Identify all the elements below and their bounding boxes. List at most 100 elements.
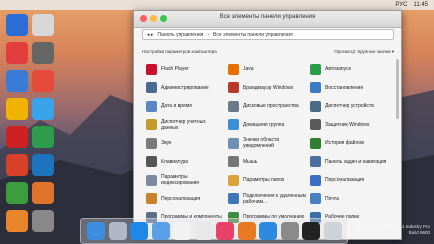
control-panel-item[interactable]: Почта [310,191,388,207]
dock-itunes-icon[interactable] [216,222,234,240]
control-panel-item[interactable]: Администрирование [146,80,224,96]
item-icon [228,63,239,75]
control-panel-item[interactable]: Параметры индексирования [146,172,224,188]
control-panel-item[interactable]: Параметры папок [228,172,306,188]
desktop-icon[interactable] [32,98,54,120]
item-label: Звук [161,140,172,146]
control-panel-item[interactable]: Брандмауэр Windows [228,80,306,96]
dock-launchpad-icon[interactable] [108,222,127,240]
watermark-line2: Build 9600 [408,230,430,235]
language-indicator[interactable]: РУС [395,2,407,8]
windows-watermark: Windows Embedded 8.1 Industry Pro Build … [356,224,430,236]
desktop-icon[interactable] [32,182,54,204]
desktop-icon[interactable] [6,42,28,64]
control-panel-item[interactable]: Клавиатура [146,154,224,170]
item-label: Почта [325,195,339,202]
control-panel-item[interactable]: Подключения к удаленным рабочим... [228,191,306,207]
control-panel-item[interactable]: Защитник Windows [310,117,388,133]
control-panel-item[interactable]: Панель задач и навигация [310,154,388,170]
item-icon [310,63,321,75]
desktop-icon[interactable] [32,14,54,36]
view-value[interactable]: Крупные значки ▾ [357,49,394,54]
item-icon [310,82,321,93]
desktop-icon[interactable] [6,126,28,148]
item-icon [228,137,239,149]
dock-ibooks-icon[interactable] [237,222,256,240]
view-selector[interactable]: Просмотр: Крупные значки ▾ [334,49,394,55]
desktop-icon[interactable] [6,210,28,232]
menu-bar: РУС 11:45 [0,0,434,10]
item-label: Защитник Windows [325,121,370,128]
desktop-icon[interactable] [6,98,28,120]
dock-safari-icon[interactable] [130,222,148,240]
item-label: Диспетчер учетных данных [161,118,206,131]
subtitle-bar: Настройка параметров компьютера Просмотр… [142,49,394,57]
item-icon [310,100,321,112]
control-panel-item[interactable]: Персонализация [146,191,224,207]
item-label: Персонализация [325,177,365,183]
item-icon [146,156,157,167]
desktop-icon[interactable] [32,154,54,176]
nav-arrows-icon[interactable]: ◂ ▸ [147,32,153,38]
item-label: Дата и время [161,103,193,109]
control-panel-item[interactable]: Диспетчер устройств [310,98,388,114]
control-panel-item[interactable]: Значки области уведомлений [228,135,306,151]
desktop-icon[interactable] [32,70,54,92]
item-icon [228,100,239,112]
item-label: Панель задач и навигация [325,158,387,165]
control-panel-item[interactable]: Мышь [228,154,306,170]
control-panel-item[interactable]: Автозапуск [310,61,388,77]
desktop-icon[interactable] [6,182,28,204]
desktop-icon[interactable] [32,210,54,232]
desktop-icon[interactable] [32,126,54,148]
clock[interactable]: 11:45 [413,2,428,8]
item-label: Значки области уведомлений [243,137,280,149]
control-panel-item[interactable]: Звук [146,135,224,151]
dock-trash-icon[interactable] [323,222,342,240]
page-subtitle: Настройка параметров компьютера [142,49,217,54]
item-icon [228,174,239,186]
item-label: Java [243,66,254,72]
control-panel-item[interactable]: Дата и время [146,98,224,114]
desktop-icon[interactable] [6,14,28,36]
scrollbar[interactable] [396,59,399,119]
breadcrumb-root[interactable]: Панель управления [157,32,203,38]
dock-finder-icon[interactable] [87,222,105,240]
dock-settings-icon[interactable] [280,222,299,240]
dock-calendar-icon[interactable] [173,222,191,240]
desktop-icon[interactable] [6,154,28,176]
item-label: Мышь [243,158,258,165]
item-label: Автозапуск [325,66,351,72]
dock-photos-icon[interactable] [194,222,213,240]
address-bar[interactable]: ◂ ▸ Панель управления › Все элементы пан… [142,29,394,40]
item-icon [146,100,157,112]
control-panel-item[interactable]: Персонализация [310,172,388,188]
item-icon [228,193,239,204]
item-icon [310,137,321,149]
desktop-icon[interactable] [32,42,54,64]
item-icon [310,119,321,130]
dock-terminal-icon[interactable] [302,222,320,240]
desktop-icon[interactable] [6,70,28,92]
item-icon [228,82,239,93]
control-panel-item[interactable]: История файлов [310,135,388,151]
item-label: Брандмауэр Windows [243,84,294,91]
item-icon [310,156,321,167]
title-bar[interactable]: Все элементы панели управления [134,11,401,28]
item-label: Персонализация [161,195,201,202]
view-label: Просмотр: [334,49,357,54]
control-panel-item[interactable]: Java [228,61,306,77]
control-panel-item[interactable]: Домашняя группа [228,117,306,133]
dock-app-store-icon[interactable] [259,222,277,240]
item-icon [146,82,157,93]
item-icon [146,119,157,130]
control-panel-item[interactable]: Диспетчер учетных данных [146,117,224,133]
item-label: Домашняя группа [243,121,285,128]
control-panel-item[interactable]: Дисковые пространства [228,98,306,114]
control-panel-item[interactable]: Flash Player [146,61,224,77]
dock [80,218,348,244]
breadcrumb-current[interactable]: Все элементы панели управления [213,32,293,38]
control-panel-item[interactable]: Восстановление [310,80,388,96]
item-label: Подключения к удаленным рабочим... [243,192,306,205]
dock-mail-icon[interactable] [151,222,170,240]
